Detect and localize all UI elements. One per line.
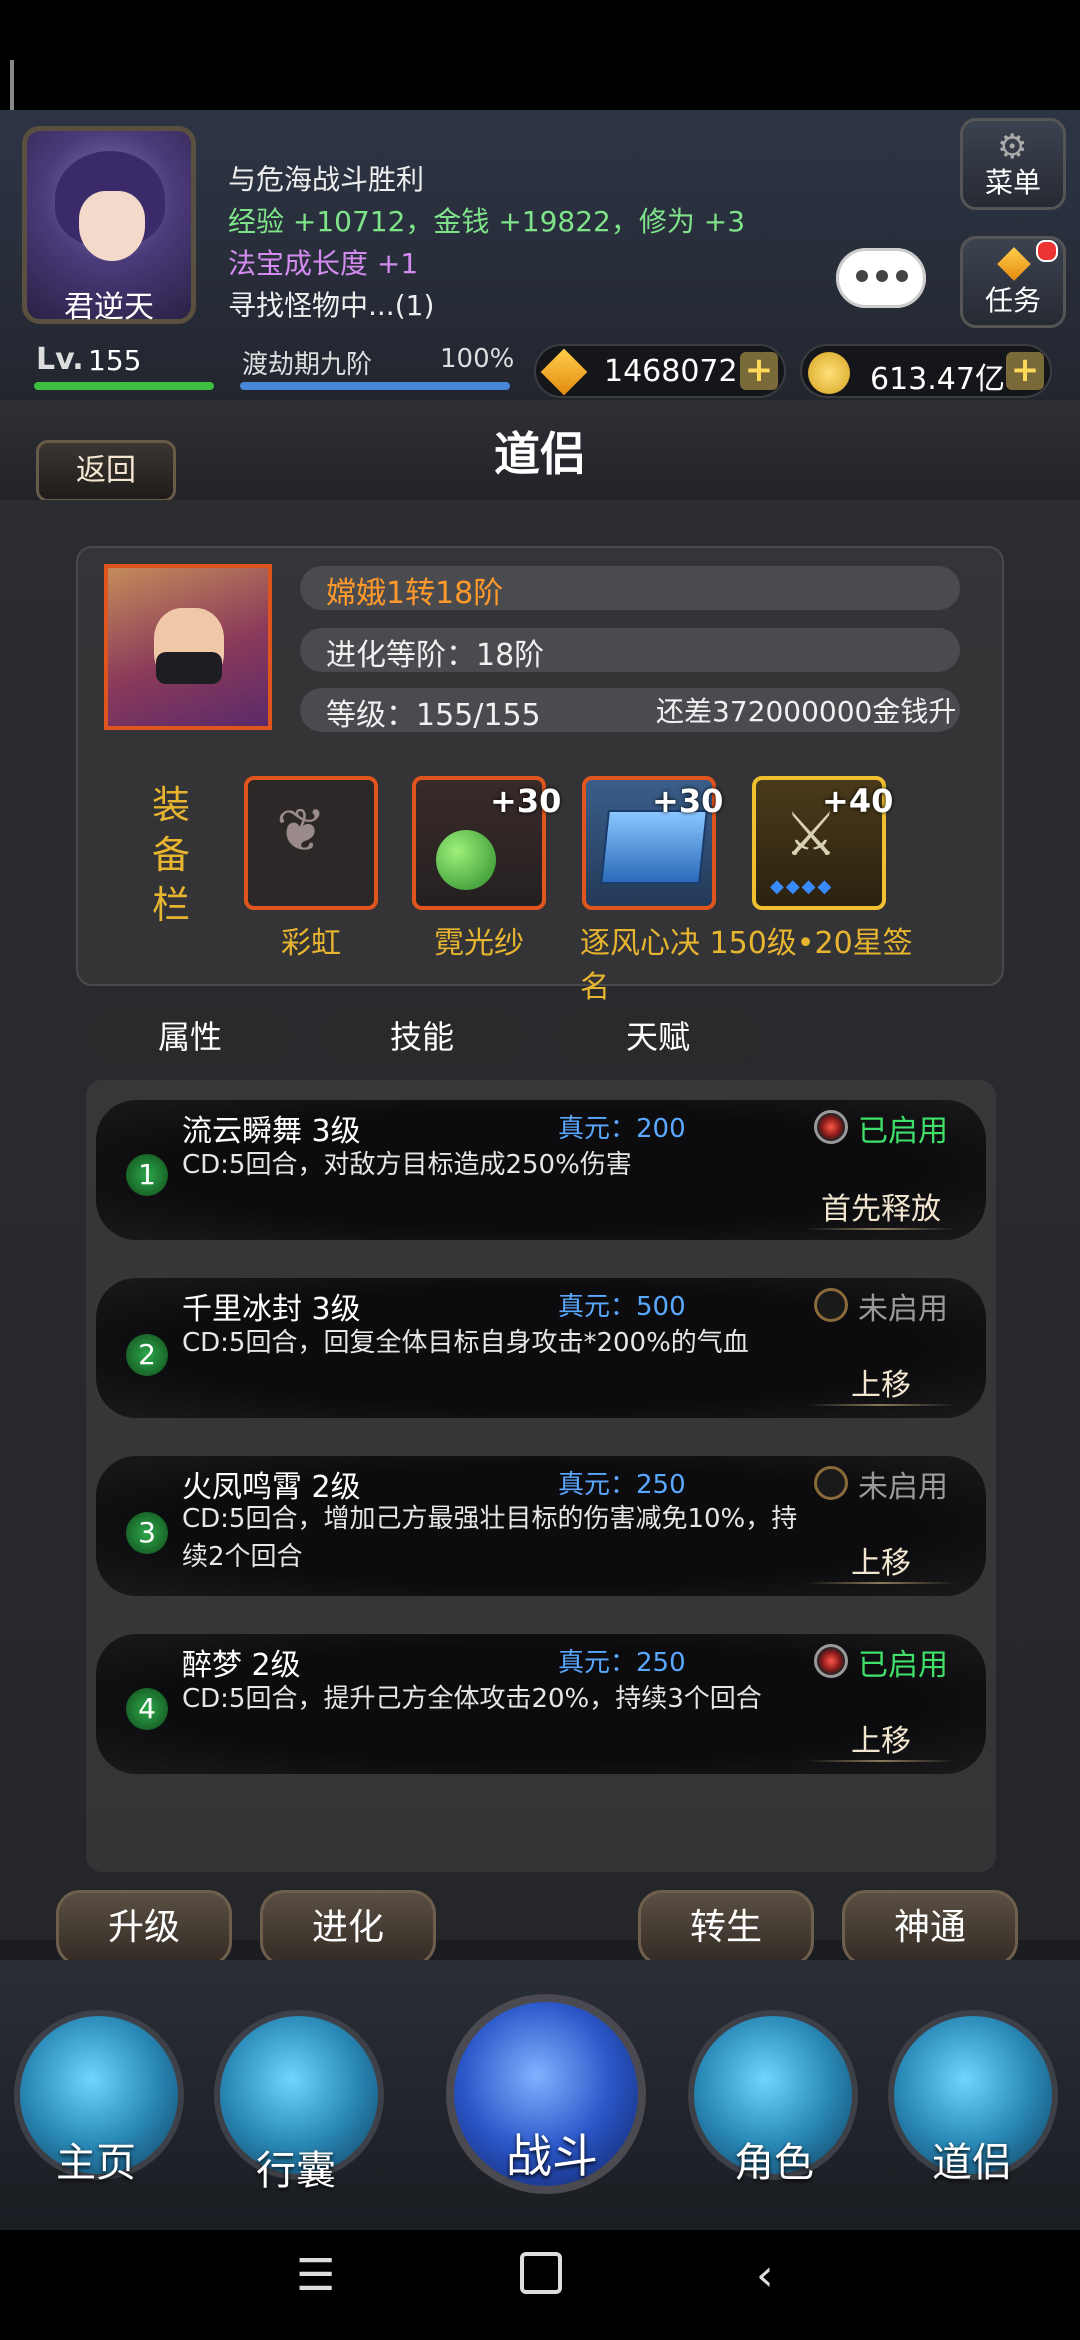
tab-attributes[interactable]: 属性 (84, 1008, 296, 1066)
disabled-icon[interactable] (814, 1466, 848, 1500)
divider (806, 1404, 956, 1406)
skill-cost: 真元：250 (558, 1470, 686, 1500)
skill-order: 1 (126, 1154, 168, 1196)
skill-cost: 真元：200 (558, 1114, 686, 1144)
upgrade-cost: 还差372000000金钱升 (656, 695, 957, 728)
player-name: 君逆天 (64, 290, 154, 325)
move-up-button[interactable]: 上移 (806, 1538, 956, 1582)
avatar-face (79, 191, 145, 261)
page-title: 道侣 (494, 427, 586, 481)
divider (806, 1228, 956, 1230)
move-up-button[interactable]: 上移 (806, 1716, 956, 1760)
notification-dot (1036, 240, 1058, 262)
coin-amount: 613.47亿 (870, 362, 1005, 397)
battle-log-line: 法宝成长度 +1 (228, 247, 419, 280)
skill-action-button[interactable]: 首先释放 (806, 1184, 956, 1228)
cultivation-stage: 渡劫期九阶 (242, 350, 373, 380)
level-value: 155 (88, 344, 142, 377)
task-label: 任务 (984, 284, 1041, 317)
upgrade-button[interactable]: 升级 (56, 1890, 232, 1966)
portrait-mask (156, 652, 222, 684)
skill-description: CD:5回合，对敌方目标造成250%伤害 (182, 1150, 632, 1180)
enabled-icon[interactable] (814, 1644, 848, 1678)
chat-dot (856, 270, 868, 282)
slot-name: 彩虹 (281, 926, 341, 961)
companion-level: 等级：155/155 (326, 698, 541, 733)
back-icon[interactable]: ‹ (756, 2250, 774, 2301)
nav-role-label[interactable]: 角色 (734, 2130, 814, 2188)
task-gem-icon (997, 247, 1031, 281)
skill-description: CD:5回合，提升己方全体攻击20%，持续3个回合 (182, 1684, 762, 1714)
enabled-icon[interactable] (814, 1110, 848, 1144)
add-gems-button[interactable]: + (740, 352, 778, 390)
ribbon-icon: ❦ (276, 796, 327, 866)
slot-name: 霓光纱 (434, 926, 524, 961)
skill-order: 3 (126, 1512, 168, 1554)
equipment-label-char: 备 (151, 833, 190, 877)
chat-icon[interactable] (836, 248, 926, 308)
cultivation-bar (240, 382, 510, 390)
recent-apps-icon[interactable]: ☰ (296, 2250, 335, 2301)
tab-talents[interactable]: 天赋 (552, 1008, 764, 1066)
skill-order: 2 (126, 1334, 168, 1376)
exp-bar (34, 382, 214, 390)
skill-state[interactable]: 未启用 (858, 1462, 948, 1506)
menu-button[interactable]: ⚙ 菜单 (960, 118, 1066, 210)
rebirth-button[interactable]: 转生 (638, 1890, 814, 1966)
equipment-label: 装备栏 (146, 780, 196, 930)
coin-icon (808, 352, 850, 394)
divider (806, 1582, 956, 1584)
tab-skills[interactable]: 技能 (316, 1008, 528, 1066)
companion-evolve-level: 进化等阶：18阶 (326, 638, 545, 673)
move-up-button[interactable]: 上移 (806, 1360, 956, 1404)
skill-description: CD:5回合，增加己方最强壮目标的伤害减免10%，持续2个回合 (182, 1504, 798, 1572)
disabled-icon[interactable] (814, 1288, 848, 1322)
add-coins-button[interactable]: + (1006, 352, 1044, 390)
battle-log-line: 经验 +10712，金钱 +19822，修为 +3 (228, 205, 746, 238)
gem-amount: 1468072 (604, 354, 738, 389)
cultivation-percent: 100% (440, 344, 515, 374)
home-icon[interactable] (520, 2252, 562, 2294)
skill-cost: 真元：500 (558, 1292, 686, 1322)
battle-log-line: 寻找怪物中...(1) (228, 289, 435, 322)
companion-name: 嫦娥1转18阶 (326, 576, 504, 611)
skill-title: 醉梦 2级 (182, 1648, 301, 1683)
nav-companion-label[interactable]: 道侣 (932, 2130, 1012, 2188)
slot-enhance-level: +30 (652, 782, 724, 820)
companion-portrait[interactable] (104, 564, 272, 730)
skill-state[interactable]: 已启用 (858, 1106, 948, 1150)
status-bar (0, 0, 1080, 110)
orb-icon (436, 830, 496, 890)
star-diamonds-icon: ◆◆◆◆ (770, 876, 834, 897)
slot-enhance-level: +30 (490, 782, 562, 820)
battle-log-line: 与危海战斗胜利 (228, 163, 425, 196)
skill-cost: 真元：250 (558, 1648, 686, 1678)
chat-dot (896, 270, 908, 282)
skill-title: 千里冰封 3级 (182, 1292, 361, 1327)
equipment-label-char: 栏 (151, 883, 190, 927)
evolve-button[interactable]: 进化 (260, 1890, 436, 1966)
nav-home-label[interactable]: 主页 (56, 2130, 136, 2188)
nav-bag-label[interactable]: 行囊 (256, 2138, 336, 2196)
slot-name: 逐风心决 150级•20星签名 (580, 926, 913, 1005)
level-label: Lv. (36, 342, 84, 377)
menu-label: 菜单 (984, 166, 1041, 199)
back-button[interactable]: 返回 (36, 440, 176, 502)
slot-enhance-level: +40 (822, 782, 894, 820)
divider (806, 1760, 956, 1762)
skill-order: 4 (126, 1688, 168, 1730)
book-icon (600, 810, 708, 884)
skill-state[interactable]: 未启用 (858, 1284, 948, 1328)
chat-dot (876, 270, 888, 282)
skill-description: CD:5回合，回复全体目标自身攻击*200%的气血 (182, 1328, 749, 1358)
skill-state[interactable]: 已启用 (858, 1640, 948, 1684)
nav-battle-label[interactable]: 战斗 (506, 2120, 598, 2186)
skill-title: 流云瞬舞 3级 (182, 1114, 361, 1149)
equipment-label-char: 装 (151, 783, 190, 827)
divine-power-button[interactable]: 神通 (842, 1890, 1018, 1966)
